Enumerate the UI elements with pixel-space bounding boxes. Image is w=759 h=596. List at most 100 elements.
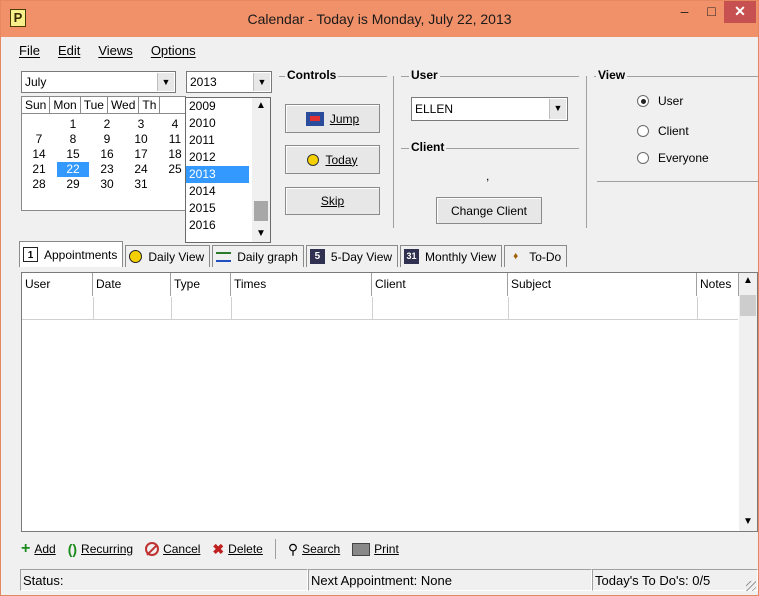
today-button[interactable]: Today (285, 145, 380, 174)
cancel-icon (145, 542, 160, 556)
calendar-day[interactable]: 10 (124, 132, 158, 147)
chevron-down-icon[interactable]: ▼ (157, 73, 174, 91)
year-option[interactable]: 2014 (186, 183, 249, 200)
calendar-day[interactable]: 9 (90, 132, 124, 147)
maximize-button[interactable]: □ (698, 1, 725, 23)
year-option[interactable]: 2015 (186, 200, 249, 217)
menu-options[interactable]: Options (142, 41, 205, 61)
year-select[interactable]: 2013 ▼ (186, 71, 272, 93)
view-radio-user[interactable]: User (637, 94, 683, 108)
weekday-label: Tue (81, 97, 108, 113)
calendar-day-selected[interactable]: 22 (57, 162, 89, 177)
calendar-day[interactable]: 21 (22, 162, 56, 177)
table-scrollbar[interactable]: ▲ ▼ (739, 273, 757, 531)
column-header-date[interactable]: Date (93, 273, 171, 296)
change-client-button-label: Change Client (450, 203, 528, 218)
delete-button[interactable]: ✖ Delete (212, 541, 262, 558)
calendar-day[interactable]: 29 (56, 177, 90, 192)
radio-checked-icon[interactable] (637, 95, 649, 107)
title-bar[interactable]: P Calendar - Today is Monday, July 22, 2… (1, 1, 758, 37)
add-button[interactable]: + Add (21, 540, 56, 558)
print-button[interactable]: Print (352, 542, 399, 556)
search-button[interactable]: ⚲ Search (288, 541, 340, 558)
window-title: Calendar - Today is Monday, July 22, 201… (247, 11, 512, 27)
resize-grip-icon[interactable] (746, 581, 756, 591)
calendar-day[interactable]: 15 (56, 147, 90, 162)
calendar-day[interactable]: 16 (90, 147, 124, 162)
tab-label: 5-Day View (330, 249, 393, 264)
calendar-day[interactable]: 23 (90, 162, 124, 177)
month-select-value: July (25, 75, 47, 89)
year-option[interactable]: 2012 (186, 149, 249, 166)
view-option-label: Client (658, 124, 689, 138)
change-client-button[interactable]: Change Client (436, 197, 542, 224)
sun-icon (129, 250, 143, 263)
calendar-day[interactable]: 30 (90, 177, 124, 192)
month-select[interactable]: July ▼ (21, 71, 176, 93)
column-header-type[interactable]: Type (171, 273, 231, 296)
menu-edit[interactable]: Edit (49, 41, 89, 61)
tab-to-do[interactable]: ♦ To-Do (504, 245, 568, 267)
user-select[interactable]: ELLEN ▼ (411, 97, 568, 121)
tab-daily-view[interactable]: Daily View (125, 245, 211, 267)
radio-unchecked-icon[interactable] (637, 152, 649, 164)
scrollbar-thumb[interactable] (740, 295, 756, 316)
row-divider (231, 297, 232, 319)
view-group-label: View (596, 68, 628, 82)
chevron-down-icon[interactable]: ▼ (253, 73, 270, 91)
chevron-down-icon[interactable]: ▼ (252, 226, 270, 242)
year-option[interactable]: 2010 (186, 115, 249, 132)
appointments-table[interactable]: User Date Type Times Client Subject Note… (21, 272, 758, 532)
tab-daily-graph[interactable]: Daily graph (212, 245, 304, 267)
table-row[interactable] (22, 319, 738, 320)
calendar-day[interactable]: 14 (22, 147, 56, 162)
year-list-scrollbar[interactable]: ▲ ▼ (252, 98, 270, 242)
year-option[interactable]: 2016 (186, 217, 249, 234)
calendar-day[interactable]: 3 (124, 117, 158, 132)
calendar-day[interactable]: 2 (90, 117, 124, 132)
column-header-user[interactable]: User (22, 273, 93, 296)
minimize-button[interactable]: – (671, 1, 698, 23)
view-radio-client[interactable]: Client (637, 124, 689, 138)
tab-5-day-view[interactable]: 5 5-Day View (305, 245, 399, 267)
calendar-day[interactable]: 8 (56, 132, 90, 147)
recurring-button[interactable]: () Recurring (68, 541, 133, 557)
radio-unchecked-icon[interactable] (637, 125, 649, 137)
menu-views[interactable]: Views (89, 41, 141, 61)
chevron-up-icon[interactable]: ▲ (252, 98, 270, 114)
toolbar-separator (274, 539, 276, 559)
scrollbar-thumb[interactable] (254, 201, 268, 221)
view-radio-everyone[interactable]: Everyone (637, 151, 709, 165)
column-header-notes[interactable]: Notes (697, 273, 739, 296)
recurring-button-label: Recurring (81, 542, 134, 556)
search-button-label: Search (302, 542, 341, 556)
year-option[interactable]: 2011 (186, 132, 249, 149)
calendar-day[interactable]: 31 (124, 177, 158, 192)
calendar-day[interactable]: 24 (124, 162, 158, 177)
jump-button[interactable]: Jump (285, 104, 380, 133)
chevron-up-icon[interactable]: ▲ (739, 275, 757, 286)
close-button[interactable]: ✕ (724, 1, 756, 23)
chevron-down-icon[interactable]: ▼ (739, 516, 757, 527)
tab-appointments[interactable]: 1 Appointments (19, 241, 124, 267)
status-bar: Status: Next Appointment: None Today's T… (20, 569, 758, 593)
calendar-day[interactable]: 1 (56, 117, 90, 132)
column-header-times[interactable]: Times (231, 273, 372, 296)
menu-file[interactable]: File (10, 41, 49, 61)
column-header-subject[interactable]: Subject (508, 273, 697, 296)
calendar-week-row: 21 22 23 24 25 (22, 162, 192, 177)
tab-monthly-view[interactable]: 31 Monthly View (400, 245, 503, 267)
cancel-button[interactable]: Cancel (145, 542, 200, 556)
year-dropdown-list[interactable]: 2009 2010 2011 2012 2013 2014 2015 2016 ▲ ▼ (185, 97, 271, 243)
skip-button[interactable]: Skip (285, 187, 380, 215)
appointment-toolbar: + Add () Recurring Cancel ✖ Delete ⚲ Sea… (21, 535, 411, 563)
calendar-day[interactable]: 7 (22, 132, 56, 147)
calendar-day[interactable]: 17 (124, 147, 158, 162)
todos-count-text: Today's To Do's: 0/5 (592, 569, 758, 591)
chevron-down-icon[interactable]: ▼ (549, 99, 566, 119)
year-option[interactable]: 2009 (186, 98, 249, 115)
column-header-client[interactable]: Client (372, 273, 508, 296)
year-option[interactable]: 2013 (186, 166, 249, 183)
weekday-label: Sun (22, 97, 51, 113)
calendar-day[interactable]: 28 (22, 177, 56, 192)
